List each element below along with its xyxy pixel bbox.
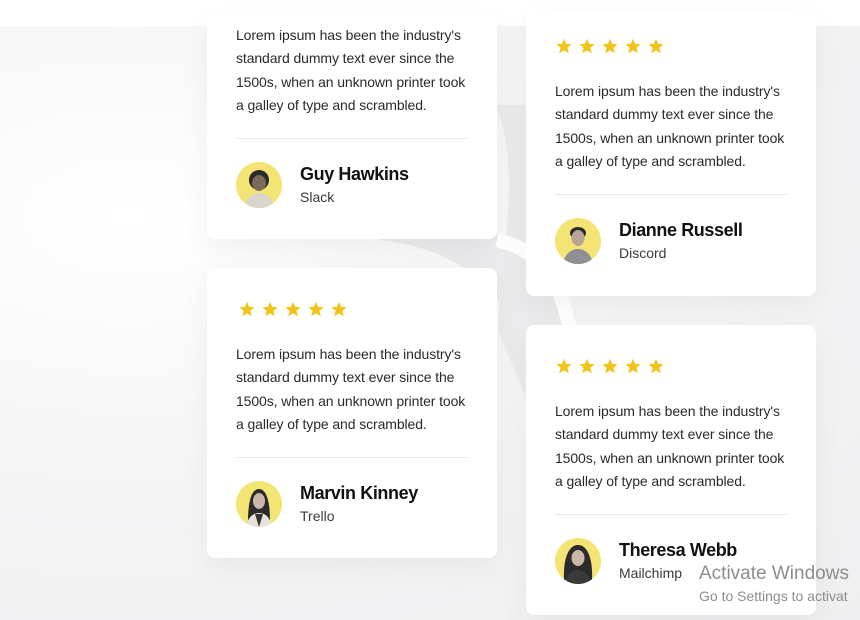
author-company: Trello [300, 508, 335, 525]
person-avatar-icon [236, 162, 282, 209]
testimonial-quote: Lorem ipsum has been the industry's stan… [555, 83, 785, 169]
author-name: Dianne Russell [619, 220, 743, 241]
avatar [236, 162, 282, 209]
rating-stars [555, 37, 787, 55]
testimonial-card: Lorem ipsum has been the industry's stan… [207, 268, 497, 558]
author-name: Guy Hawkins [300, 164, 409, 185]
rating-stars [555, 357, 787, 375]
star-icon [555, 37, 573, 55]
star-icon [578, 37, 596, 55]
star-icon [261, 300, 279, 318]
watermark-subtitle: Go to Settings to activat [699, 588, 848, 604]
star-icon [601, 37, 619, 55]
author-company: Slack [300, 189, 335, 206]
person-avatar-icon [555, 538, 601, 585]
author-block: Marvin Kinney Trello [236, 481, 468, 528]
star-icon [647, 37, 665, 55]
star-icon [555, 357, 573, 375]
card-divider [555, 514, 787, 516]
rating-stars [236, 300, 468, 318]
star-icon [330, 300, 348, 318]
star-icon [578, 357, 596, 375]
testimonial-quote: Lorem ipsum has been the industry's stan… [555, 403, 785, 489]
star-icon [284, 300, 302, 318]
testimonial-card: Lorem ipsum has been the industry's stan… [526, 10, 816, 296]
author-company: Discord [619, 245, 667, 262]
star-icon [307, 300, 325, 318]
star-icon [238, 300, 256, 318]
card-divider [236, 457, 468, 459]
person-avatar-icon [236, 481, 282, 528]
author-block: Dianne Russell Discord [555, 218, 787, 265]
testimonial-card: Lorem ipsum has been the industry's stan… [207, 14, 497, 239]
author-block: Guy Hawkins Slack [236, 162, 468, 209]
testimonial-quote: Lorem ipsum has been the industry's stan… [236, 346, 466, 432]
author-name: Theresa Webb [619, 540, 737, 561]
card-divider [236, 138, 468, 140]
person-avatar-icon [555, 218, 601, 265]
avatar [236, 481, 282, 528]
star-icon [647, 357, 665, 375]
activation-watermark: Activate Windows Go to Settings to activ… [699, 563, 849, 605]
card-divider [555, 194, 787, 196]
star-icon [624, 357, 642, 375]
avatar [555, 218, 601, 265]
star-icon [601, 357, 619, 375]
testimonial-quote: Lorem ipsum has been the industry's stan… [236, 27, 466, 113]
avatar [555, 538, 601, 585]
author-name: Marvin Kinney [300, 483, 418, 504]
star-icon [624, 37, 642, 55]
watermark-title: Activate Windows [699, 563, 849, 584]
